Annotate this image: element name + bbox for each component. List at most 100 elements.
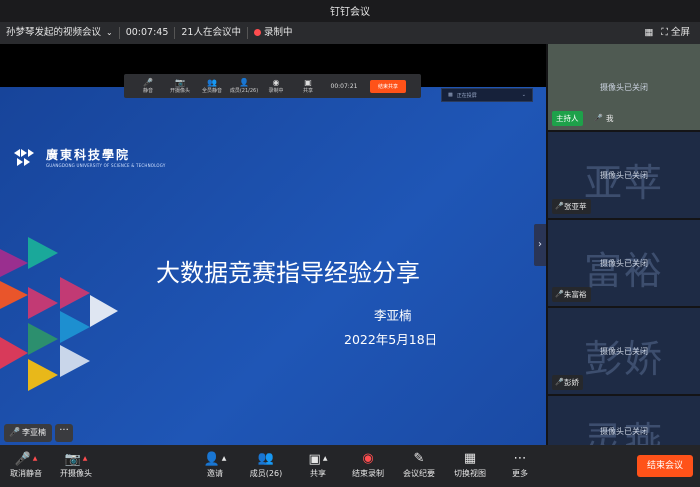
title-bar: 钉钉会议 [0, 0, 700, 22]
share-toolbar: 🎤 静音 📷 开摄像头 👥 全员静音 👤 成员(21/26) ◉ 录制中 ▣ 共享 00:0… [124, 74, 421, 98]
camera-off-label: 摄像头已关闭 [600, 83, 648, 92]
share-button[interactable]: ▣ ▲ 共享 [296, 450, 340, 480]
decorative-triangle [28, 287, 58, 319]
record-icon: ◉ [272, 78, 280, 87]
more-icon: ⋯ [513, 451, 527, 466]
school-emblem-icon [14, 149, 34, 166]
share-mute-all-button[interactable]: 👥 全员静音 [196, 78, 228, 94]
grid-view-icon: ▦ [463, 451, 477, 466]
members-button[interactable]: 👥 成员(26) [244, 450, 288, 480]
meeting-name: 孙梦琴发起的视频会议 [6, 27, 102, 38]
participant-tile[interactable]: 富裕 摄像头已关闭 🎤 朱富裕 [548, 220, 700, 306]
bottom-toolbar: 🎤 ▲ 取消静音 📷 ▲ 开摄像头 👤 ▲ 邀请 👥 成员(26) ▣ ▲ 共享 ◉ 结束录制 ✎ 会… [0, 445, 700, 487]
meeting-info-bar: 孙梦琴发起的视频会议 ⌄ 00:07:45 21人在会议中 录制中 ▦ ⛶ 全屏 [0, 22, 700, 44]
presentation-stage: 廣東科技學院 GUANGDONG UNIVERSITY OF SCIENCE &… [0, 44, 546, 445]
share-members-button[interactable]: 👤 成员(21/26) [228, 78, 260, 94]
participant-tile[interactable]: 彭娇 摄像头已关闭 🎤 彭娇 [548, 308, 700, 394]
expand-sidebar-button[interactable]: › [534, 224, 546, 266]
projector-dropdown[interactable]: ▩ 正在投屏 ⌄ [441, 88, 533, 102]
participant-tile[interactable]: 摄像头已关闭 主持人 🎤 我 [548, 44, 700, 130]
camera-off-label: 摄像头已关闭 [600, 259, 648, 268]
mic-muted-icon: 🎤 ▲ [14, 452, 38, 467]
participant-name-text: 彭娇 [564, 378, 579, 387]
decorative-triangle [28, 359, 58, 391]
share-share-button[interactable]: ▣ 共享 [292, 78, 324, 94]
camera-button[interactable]: 📷 ▲ 开摄像头 [54, 450, 98, 480]
switch-view-button[interactable]: ▦ 切换视图 [448, 450, 492, 480]
decorative-triangle [28, 323, 58, 355]
mic-icon: 🎤 [9, 428, 21, 438]
share-share-label: 共享 [302, 88, 313, 94]
school-name: 廣東科技學院 [46, 148, 131, 162]
share-mute-button[interactable]: 🎤 静音 [132, 78, 164, 94]
grid-icon[interactable]: ▦ [644, 22, 653, 44]
participant-name-text: 张亚苹 [564, 202, 587, 211]
camera-off-icon: 📷 [175, 78, 185, 87]
shared-slide: 廣東科技學院 GUANGDONG UNIVERSITY OF SCIENCE &… [0, 87, 546, 445]
chevron-down-icon: ⌄ [521, 92, 526, 98]
mic-muted-icon: 🎤 [594, 114, 603, 122]
participant-name-text: 朱富裕 [564, 290, 587, 299]
share-mute-all-label: 全员静音 [201, 88, 222, 94]
share-label: 共享 [310, 469, 326, 478]
slide-date: 2022年5月18日 [344, 332, 438, 347]
minutes-button[interactable]: ✎ 会议纪要 [397, 450, 441, 480]
fullscreen-icon: ⛶ [661, 27, 668, 38]
projector-label: 正在投屏 [456, 92, 477, 99]
participant-count[interactable]: 21人在会议中 [175, 22, 247, 44]
infobar-right: ▦ ⛶ 全屏 [644, 22, 690, 44]
screen-share-icon: ▣ [304, 78, 312, 87]
decorative-triangle [0, 337, 28, 369]
meeting-name-dropdown[interactable]: 孙梦琴发起的视频会议 ⌄ [0, 22, 119, 44]
camera-off-icon: 📷 ▲ [64, 452, 88, 467]
mic-muted-icon: 🎤 [555, 202, 564, 210]
recording-label: 录制中 [263, 27, 293, 38]
decorative-triangle [60, 345, 90, 377]
recording-status: 录制中 [248, 22, 299, 44]
mic-muted-icon: 🎤 [555, 290, 564, 298]
unmute-button[interactable]: 🎤 ▲ 取消静音 [4, 450, 48, 480]
more-button[interactable]: ⋯ 更多 [498, 450, 542, 480]
decorative-triangle [60, 311, 90, 343]
speaker-tag: 🎤 李亚楠 [4, 424, 52, 442]
participant-name: 🎤 彭娇 [552, 375, 583, 390]
end-record-button[interactable]: ◉ 结束录制 [346, 450, 390, 480]
camera-label: 开摄像头 [60, 469, 92, 478]
record-dot-icon [253, 29, 261, 36]
members-icon: 👤 [239, 78, 249, 87]
stage-more-button[interactable]: ··· [55, 424, 73, 442]
window-title: 钉钉会议 [330, 7, 370, 18]
end-meeting-button[interactable]: 结束会议 [637, 455, 693, 477]
share-record-button[interactable]: ◉ 录制中 [260, 78, 292, 94]
participant-panel: 摄像头已关闭 主持人 🎤 我 亚苹 摄像头已关闭 🎤 张亚苹 富裕 摄像头已关闭 🎤… [546, 44, 700, 445]
screen-share-icon: ▣ ▲ [308, 452, 328, 467]
participant-name: 🎤 我 [594, 111, 614, 126]
invite-icon: 👤 ▲ [203, 452, 227, 467]
switch-view-label: 切换视图 [454, 469, 486, 478]
host-badge: 主持人 [552, 111, 583, 126]
share-camera-label: 开摄像头 [169, 88, 190, 94]
mic-muted-icon: 🎤 [555, 378, 564, 386]
unmute-label: 取消静音 [10, 469, 42, 478]
fullscreen-label: 全屏 [670, 27, 690, 38]
end-share-button[interactable]: 结束共享 [370, 79, 407, 93]
participant-tile[interactable]: 亚苹 摄像头已关闭 🎤 张亚苹 [548, 132, 700, 218]
invite-label: 邀请 [207, 469, 223, 478]
participant-tile[interactable]: 灵燕 摄像头已关闭 [548, 396, 700, 445]
share-camera-button[interactable]: 📷 开摄像头 [164, 78, 196, 94]
signal-icon: ▩ [448, 92, 453, 98]
school-name-en: GUANGDONG UNIVERSITY OF SCIENCE & TECHNO… [46, 163, 166, 168]
minutes-icon: ✎ [413, 451, 425, 466]
camera-off-label: 摄像头已关闭 [600, 171, 648, 180]
camera-off-label: 摄像头已关闭 [600, 427, 648, 436]
fullscreen-button[interactable]: ⛶ 全屏 [661, 22, 690, 44]
share-mute-label: 静音 [142, 88, 153, 94]
share-record-label: 录制中 [268, 88, 284, 94]
invite-button[interactable]: 👤 ▲ 邀请 [193, 450, 237, 480]
chevron-down-icon: ⌄ [106, 28, 113, 37]
mic-icon: 🎤 [143, 78, 153, 87]
slide-title: 大数据竞赛指导经验分享 [156, 259, 420, 287]
more-label: 更多 [512, 469, 528, 478]
decorative-triangle [90, 295, 118, 327]
elapsed-time: 00:07:45 [125, 27, 169, 38]
